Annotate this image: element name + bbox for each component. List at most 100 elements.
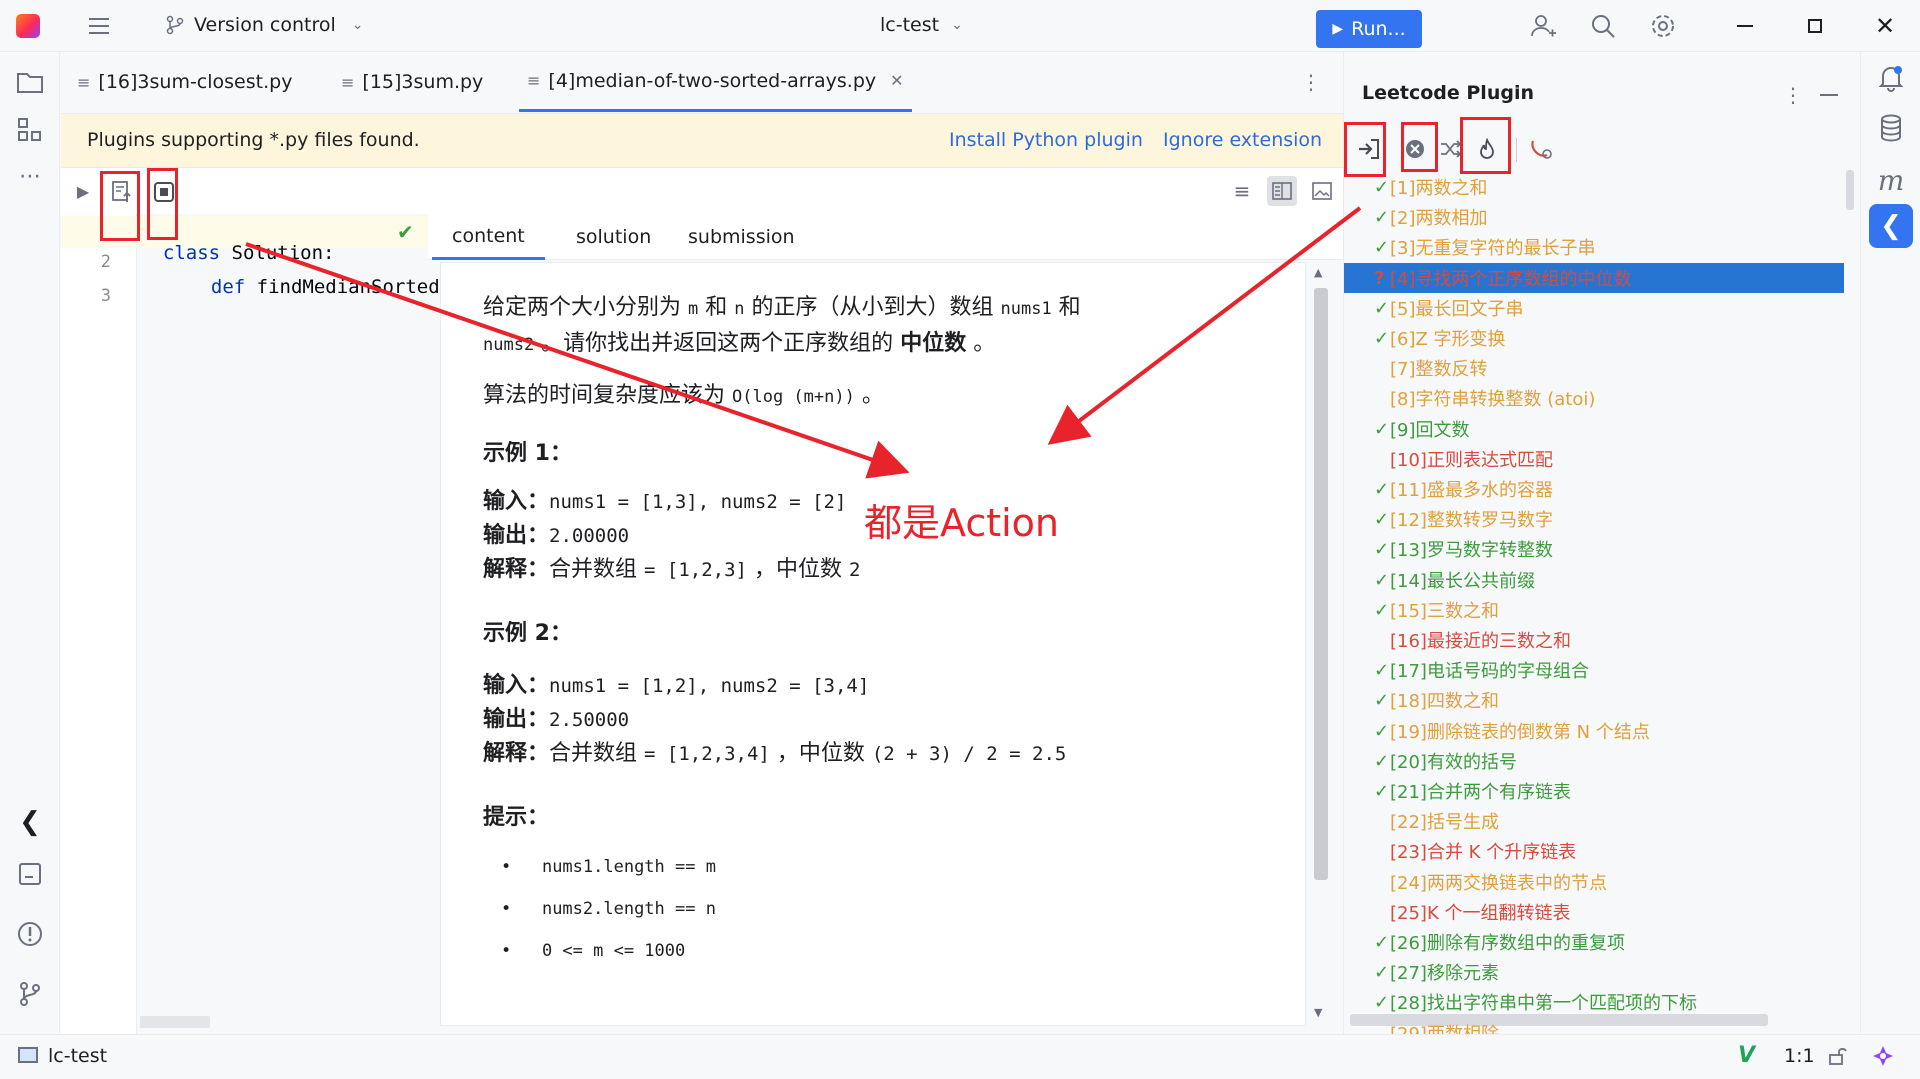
- tab-median-of-two-sorted-arrays[interactable]: ≡ [4]median-of-two-sorted-arrays.py ✕: [519, 52, 912, 112]
- problem-item[interactable]: ✓ [13]罗马数字转整数: [1374, 534, 1553, 564]
- add-user-icon[interactable]: [1528, 12, 1558, 40]
- close-icon[interactable]: ✕: [1870, 12, 1900, 40]
- problem-item[interactable]: ✓ [3]无重复字符的最长子串: [1374, 232, 1596, 262]
- problem-item[interactable]: [16]最接近的三数之和: [1374, 625, 1571, 655]
- problem-item[interactable]: [8]字符串转换整数 (atoi): [1374, 383, 1595, 413]
- problem-label: [11]盛最多水的容器: [1390, 480, 1553, 501]
- check-icon: ✓: [1374, 720, 1390, 742]
- leetcode-icon[interactable]: ❮: [14, 806, 46, 838]
- problem-item[interactable]: ✓ [21]合并两个有序链表: [1374, 776, 1571, 806]
- tab-content[interactable]: content: [432, 214, 545, 260]
- problems-icon[interactable]: [14, 918, 46, 950]
- problem-item[interactable]: ✓ [28]找出字符串中第一个匹配项的下标: [1374, 987, 1697, 1017]
- problem-label: [28]找出字符串中第一个匹配项的下标: [1390, 993, 1697, 1014]
- problem-label: [18]四数之和: [1390, 691, 1499, 712]
- tab-3sum[interactable]: ≡ [15]3sum.py: [341, 52, 483, 112]
- folder-icon[interactable]: [14, 66, 46, 98]
- tab-submission[interactable]: submission: [668, 214, 815, 260]
- problem-item[interactable]: ✓ [27]移除元素: [1374, 957, 1499, 987]
- close-tab-icon[interactable]: ✕: [890, 71, 903, 90]
- structure-icon[interactable]: [14, 114, 46, 146]
- database-icon[interactable]: [1875, 112, 1907, 144]
- check-icon: ✓: [1374, 418, 1390, 440]
- inspection-ok-icon[interactable]: ✔: [397, 220, 414, 244]
- status-project[interactable]: lc-test: [48, 1045, 107, 1067]
- editor-only-icon[interactable]: ≡: [1229, 178, 1255, 204]
- editor-hscrollbar[interactable]: [140, 1016, 210, 1028]
- code-line-2[interactable]: def findMedianSorted: [188, 254, 440, 298]
- problem-item[interactable]: ✓ [9]回文数: [1374, 414, 1470, 444]
- markdown-icon[interactable]: m: [1875, 164, 1907, 197]
- split-view-icon[interactable]: [1267, 176, 1297, 206]
- problem-item[interactable]: ✓ [15]三数之和: [1374, 595, 1499, 625]
- problem-item[interactable]: ✓ [1]两数之和: [1374, 172, 1488, 202]
- file-icon: ≡: [341, 72, 355, 92]
- chevron-down-icon: ⌄: [951, 17, 963, 33]
- project-label: lc-test: [880, 14, 940, 36]
- hint-item: • nums2.length == n: [501, 899, 716, 919]
- editor-toolbar: ▶ ≡: [61, 168, 1343, 214]
- project-selector[interactable]: lc-test ⌄: [880, 14, 963, 36]
- terminal-icon[interactable]: [14, 858, 46, 890]
- problem-item[interactable]: ✓ [5]最长回文子串: [1374, 293, 1524, 323]
- problem-item[interactable]: [29]两数相除: [1374, 1018, 1499, 1034]
- minimize-icon[interactable]: [1730, 12, 1760, 40]
- problem-item[interactable]: [23]合并 K 个升序链表: [1374, 836, 1576, 866]
- run-button[interactable]: ▶ Run...: [1316, 10, 1422, 48]
- problem-item[interactable]: [7]整数反转: [1374, 353, 1488, 383]
- problem-item[interactable]: [24]两两交换链表中的节点: [1374, 867, 1607, 897]
- ignore-extension-link[interactable]: Ignore extension: [1163, 129, 1322, 151]
- problem-item[interactable]: [25]K 个一组翻转链表: [1374, 897, 1570, 927]
- problem-item[interactable]: ✓ [26]删除有序数组中的重复项: [1374, 927, 1625, 957]
- leetcode-tool-icon[interactable]: ❮: [1869, 204, 1913, 248]
- problem-label: [20]有效的括号: [1390, 752, 1517, 773]
- scroll-up-icon[interactable]: ▲: [1314, 266, 1322, 279]
- problem-item[interactable]: ✓ [11]盛最多水的容器: [1374, 474, 1553, 504]
- problem-label: [25]K 个一组翻转链表: [1390, 903, 1571, 924]
- check-icon: ✓: [1374, 327, 1390, 349]
- problem-item[interactable]: ✓ [20]有效的括号: [1374, 746, 1517, 776]
- tab-solution[interactable]: solution: [556, 214, 671, 260]
- preview-scrollbar[interactable]: ▲ ▼: [1306, 262, 1336, 1026]
- problem-item[interactable]: ✓ [18]四数之和: [1374, 685, 1499, 715]
- problem-item[interactable]: ✓ [17]电话号码的字母组合: [1374, 655, 1589, 685]
- problem-item[interactable]: ✓ [19]删除链表的倒数第 N 个结点: [1374, 716, 1650, 746]
- play-icon[interactable]: ▶: [73, 178, 93, 204]
- notifications-icon[interactable]: [1875, 62, 1907, 94]
- problem-label: [14]最长公共前缀: [1390, 571, 1535, 592]
- problem-item[interactable]: ✓ [6]Z 字形变换: [1374, 323, 1506, 353]
- search-icon[interactable]: [1588, 12, 1618, 40]
- more-tools-icon[interactable]: ⋯: [14, 164, 46, 189]
- problem-item[interactable]: ✓ [12]整数转罗马数字: [1374, 504, 1553, 534]
- ai-assistant-icon[interactable]: [1870, 1043, 1896, 1069]
- problem-item[interactable]: ✓ [2]两数相加: [1374, 202, 1488, 232]
- scroll-thumb[interactable]: [1314, 288, 1328, 880]
- git-icon[interactable]: [14, 978, 46, 1010]
- install-python-plugin-link[interactable]: Install Python plugin: [949, 129, 1143, 151]
- code-text: findMedianSorted: [245, 276, 440, 298]
- check-icon: ✓: [1374, 961, 1390, 983]
- problem-item[interactable]: [10]正则表达式匹配: [1374, 444, 1553, 474]
- gear-icon[interactable]: [1648, 12, 1678, 40]
- example-1-output: 输出：2.00000: [483, 523, 630, 548]
- main-menu-icon[interactable]: [86, 14, 112, 38]
- problem-item[interactable]: [22]括号生成: [1374, 806, 1499, 836]
- tab-3sum-closest[interactable]: ≡ [16]3sum-closest.py: [77, 52, 292, 112]
- tab-label: [16]3sum-closest.py: [98, 71, 293, 93]
- lock-icon[interactable]: [1826, 1045, 1848, 1067]
- problem-list-scrollbar[interactable]: [1846, 170, 1854, 210]
- annotation-box-logout: [1401, 122, 1438, 172]
- hint-item: • 0 <= m <= 1000: [501, 941, 686, 961]
- problem-item[interactable]: ✓ [14]最长公共前缀: [1374, 565, 1535, 595]
- preview-only-icon[interactable]: [1309, 178, 1335, 204]
- restore-icon[interactable]: [1800, 12, 1830, 40]
- tab-options-icon[interactable]: ⋮: [1301, 68, 1321, 96]
- cursor-position[interactable]: 1:1: [1784, 1045, 1815, 1067]
- problem-item[interactable]: ? [4]寻找两个正序数组的中位数: [1344, 263, 1844, 293]
- vim-icon[interactable]: V: [1738, 1043, 1755, 1068]
- check-icon: ✓: [1374, 750, 1390, 772]
- version-control-menu[interactable]: Version control ⌄: [166, 14, 364, 36]
- app-logo-icon[interactable]: [16, 14, 40, 38]
- problem-line-2: nums2 。请你找出并返回这两个正序数组的 中位数 。: [483, 331, 996, 356]
- scroll-down-icon[interactable]: ▼: [1314, 1006, 1322, 1019]
